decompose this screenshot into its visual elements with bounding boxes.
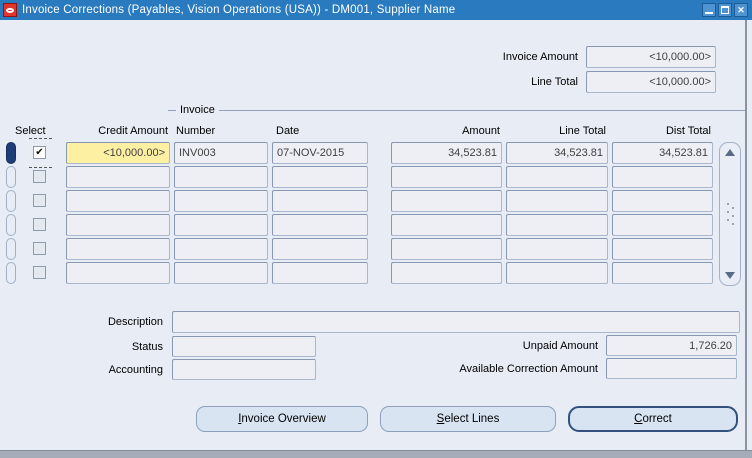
line-total-field[interactable] [506, 262, 608, 284]
record-indicator[interactable] [6, 190, 16, 212]
invoice-date-field[interactable] [272, 238, 368, 260]
credit-amount-field[interactable] [66, 190, 170, 212]
title-bar[interactable]: Invoice Corrections (Payables, Vision Op… [0, 0, 752, 20]
amount-field[interactable] [391, 166, 502, 188]
invoice-overview-button[interactable]: Invoice Overview [196, 406, 368, 432]
focus-dash-top [29, 138, 52, 139]
amount-field[interactable]: 34,523.81 [391, 142, 502, 164]
dist-total-field[interactable] [612, 262, 713, 284]
grid-scrollbar[interactable] [719, 142, 741, 286]
line-total-label: Line Total [440, 76, 578, 88]
invoice-date-field[interactable]: 07-NOV-2015 [272, 142, 368, 164]
available-correction-amount-label: Available Correction Amount [380, 363, 598, 375]
table-row [0, 238, 752, 260]
invoice-date-field[interactable] [272, 166, 368, 188]
status-label: Status [60, 341, 163, 353]
minimize-icon[interactable] [702, 3, 716, 17]
invoice-number-field[interactable] [174, 166, 268, 188]
dist-total-field[interactable] [612, 238, 713, 260]
invoice-frame-line [168, 110, 745, 111]
column-header-credit-amount: Credit Amount [66, 125, 168, 137]
record-indicator[interactable] [6, 166, 16, 188]
description-field [172, 311, 740, 333]
unpaid-amount-field: 1,726.20 [606, 335, 737, 356]
accounting-label: Accounting [60, 364, 163, 376]
credit-amount-field[interactable] [66, 238, 170, 260]
invoice-date-field[interactable] [272, 190, 368, 212]
table-row [0, 262, 752, 284]
invoice-amount-field: <10,000.00> [586, 46, 716, 68]
line-total-field: <10,000.00> [586, 71, 716, 93]
table-row: ✔ <10,000.00> INV003 07-NOV-2015 34,523.… [0, 142, 752, 164]
correct-button[interactable]: Correct [568, 406, 738, 432]
available-correction-amount-field [606, 358, 737, 379]
unpaid-amount-label: Unpaid Amount [420, 340, 598, 352]
select-checkbox[interactable] [33, 170, 46, 183]
column-header-line-total: Line Total [506, 125, 606, 137]
oracle-logo-icon [3, 3, 17, 17]
line-total-field[interactable] [506, 190, 608, 212]
amount-field[interactable] [391, 238, 502, 260]
invoice-amount-label: Invoice Amount [440, 51, 578, 63]
invoice-overview-button-label: Invoice Overview [238, 413, 326, 425]
column-header-select: Select [15, 125, 46, 137]
select-checkbox[interactable] [33, 194, 46, 207]
column-header-amount: Amount [391, 125, 500, 137]
select-checkbox[interactable]: ✔ [33, 146, 46, 159]
amount-field[interactable] [391, 190, 502, 212]
table-row [0, 214, 752, 236]
record-indicator[interactable] [6, 262, 16, 284]
window-controls: ✕ [702, 3, 748, 17]
invoice-frame-label: Invoice [176, 104, 219, 116]
line-total-field[interactable]: 34,523.81 [506, 142, 608, 164]
scroll-down-icon[interactable] [720, 267, 740, 283]
invoice-number-field[interactable] [174, 262, 268, 284]
select-lines-button[interactable]: Select Lines [380, 406, 556, 432]
description-label: Description [60, 316, 163, 328]
dist-total-field[interactable] [612, 166, 713, 188]
credit-amount-field[interactable] [66, 166, 170, 188]
invoice-number-field[interactable]: INV003 [174, 142, 268, 164]
select-checkbox[interactable] [33, 242, 46, 255]
window-right-edge [745, 20, 747, 450]
credit-amount-field[interactable] [66, 262, 170, 284]
line-total-field[interactable] [506, 166, 608, 188]
invoice-date-field[interactable] [272, 262, 368, 284]
dist-total-field[interactable] [612, 214, 713, 236]
invoice-corrections-window: Invoice Corrections (Payables, Vision Op… [0, 0, 752, 458]
line-total-field[interactable] [506, 238, 608, 260]
scroll-up-icon[interactable] [720, 145, 740, 161]
amount-field[interactable] [391, 214, 502, 236]
select-checkbox[interactable] [33, 266, 46, 279]
close-icon[interactable]: ✕ [734, 3, 748, 17]
column-header-number: Number [176, 125, 215, 137]
record-indicator[interactable] [6, 238, 16, 260]
invoice-number-field[interactable] [174, 238, 268, 260]
window-bottom-edge [0, 450, 752, 458]
maximize-icon[interactable] [718, 3, 732, 17]
record-indicator[interactable] [6, 214, 16, 236]
credit-amount-field[interactable] [66, 214, 170, 236]
dist-total-field[interactable]: 34,523.81 [612, 142, 713, 164]
column-header-date: Date [276, 125, 299, 137]
dist-total-field[interactable] [612, 190, 713, 212]
window-title: Invoice Corrections (Payables, Vision Op… [22, 4, 455, 16]
select-checkbox[interactable] [33, 218, 46, 231]
column-header-dist-total: Dist Total [612, 125, 711, 137]
table-row [0, 166, 752, 188]
correct-button-label: Correct [634, 413, 672, 425]
credit-amount-field[interactable]: <10,000.00> [66, 142, 170, 164]
scrollbar-grip-dots [727, 203, 729, 205]
status-field [172, 336, 316, 357]
invoice-number-field[interactable] [174, 190, 268, 212]
invoice-date-field[interactable] [272, 214, 368, 236]
record-indicator[interactable] [6, 142, 16, 164]
line-total-field[interactable] [506, 214, 608, 236]
accounting-field [172, 359, 316, 380]
amount-field[interactable] [391, 262, 502, 284]
invoice-number-field[interactable] [174, 214, 268, 236]
table-row [0, 190, 752, 212]
select-lines-button-label: Select Lines [437, 413, 500, 425]
